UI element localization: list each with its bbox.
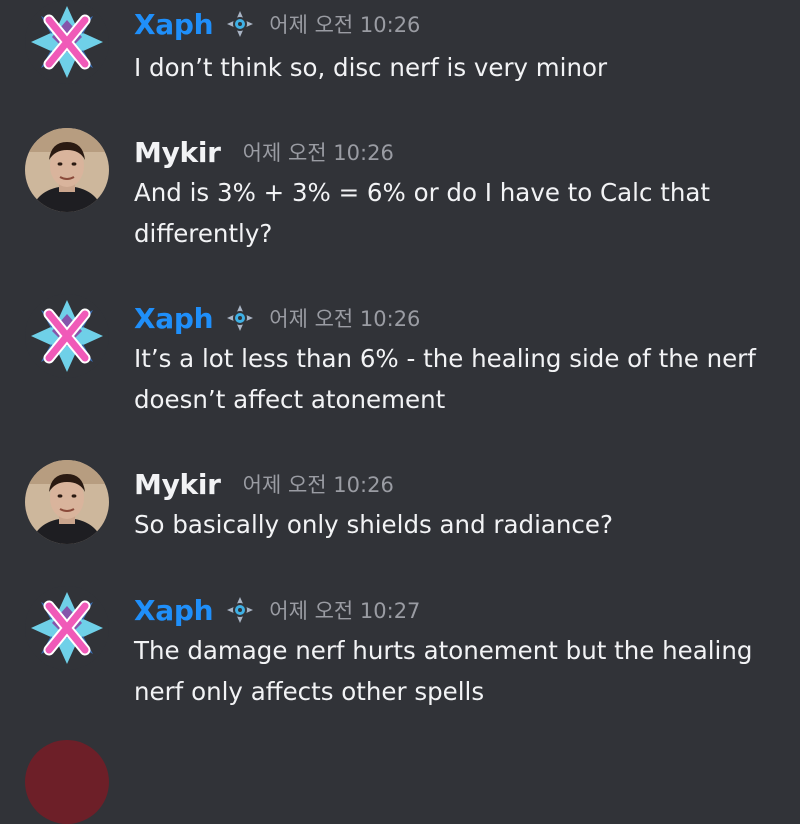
message-header: Xaph 어제 오전 10:26	[134, 298, 420, 338]
author-name[interactable]: Xaph	[134, 8, 214, 41]
avatar-partial[interactable]	[25, 740, 109, 824]
message-line: The damage nerf hurts atonement but the …	[134, 636, 753, 665]
avatar-mykir[interactable]	[25, 460, 109, 544]
message-content: It’s a lot less than 6% - the healing si…	[134, 338, 774, 420]
message-line: It’s a lot less than 6% - the healing si…	[134, 344, 756, 373]
timestamp: 어제 오전 10:26	[269, 13, 421, 37]
author-name[interactable]: Mykir	[134, 136, 221, 169]
message-content: So basically only shields and radiance?	[134, 504, 774, 545]
message-header: Xaph 어제 오전 10:27	[134, 590, 420, 630]
server-badge-icon[interactable]	[225, 595, 255, 625]
author-name[interactable]: Xaph	[134, 594, 214, 627]
author-name[interactable]: Mykir	[134, 468, 221, 501]
author-name[interactable]: Xaph	[134, 302, 214, 335]
message-line: So basically only shields and radiance?	[134, 510, 613, 539]
message-content: The damage nerf hurts atonement but the …	[134, 630, 774, 712]
message-content: I don’t think so, disc nerf is very mino…	[134, 47, 774, 88]
message-line: I don’t think so, disc nerf is very mino…	[134, 53, 608, 82]
server-badge-icon[interactable]	[225, 9, 255, 39]
timestamp: 어제 오전 10:27	[269, 599, 421, 623]
message-header: Mykir 어제 오전 10:26	[134, 464, 394, 504]
message-header: Xaph 어제 오전 10:26	[134, 4, 420, 44]
message-line: doesn’t affect atonement	[134, 385, 446, 414]
message-content: And is 3% + 3% = 6% or do I have to Calc…	[134, 172, 774, 254]
message-line: nerf only affects other spells	[134, 677, 485, 706]
server-badge-icon[interactable]	[225, 303, 255, 333]
message-line: And is 3% + 3% = 6% or do I have to Calc…	[134, 178, 711, 207]
avatar-xaph[interactable]	[25, 586, 109, 670]
timestamp: 어제 오전 10:26	[269, 307, 421, 331]
message-header: Mykir 어제 오전 10:26	[134, 132, 394, 172]
avatar-mykir[interactable]	[25, 128, 109, 212]
chat-message-list: Xaph 어제 오전 10:26 I don’t think so, disc …	[0, 0, 800, 824]
timestamp: 어제 오전 10:26	[242, 473, 394, 497]
avatar-xaph[interactable]	[25, 294, 109, 378]
avatar-xaph[interactable]	[25, 0, 109, 84]
message-line: differently?	[134, 219, 273, 248]
timestamp: 어제 오전 10:26	[242, 141, 394, 165]
